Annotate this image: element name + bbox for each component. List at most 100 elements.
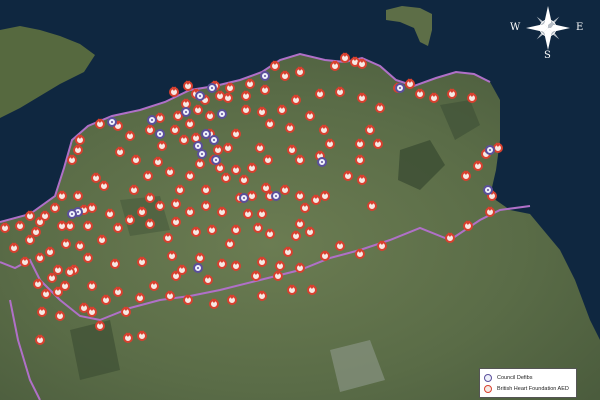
bhf-aed-marker[interactable] xyxy=(135,292,145,303)
bhf-aed-marker[interactable] xyxy=(375,102,385,113)
bhf-aed-marker[interactable] xyxy=(61,238,71,249)
bhf-aed-marker[interactable] xyxy=(253,222,263,233)
bhf-aed-marker[interactable] xyxy=(377,240,387,251)
bhf-aed-marker[interactable] xyxy=(325,138,335,149)
bhf-aed-marker[interactable] xyxy=(203,274,213,285)
bhf-aed-marker[interactable] xyxy=(257,256,267,267)
bhf-aed-marker[interactable] xyxy=(87,306,97,317)
bhf-aed-marker[interactable] xyxy=(145,218,155,229)
bhf-aed-marker[interactable] xyxy=(415,88,425,99)
bhf-aed-marker[interactable] xyxy=(115,146,125,157)
bhf-aed-marker[interactable] xyxy=(171,270,181,281)
bhf-aed-marker[interactable] xyxy=(300,202,310,213)
bhf-aed-marker[interactable] xyxy=(137,256,147,267)
bhf-aed-marker[interactable] xyxy=(83,252,93,263)
bhf-aed-marker[interactable] xyxy=(295,154,305,165)
bhf-aed-marker[interactable] xyxy=(125,130,135,141)
bhf-aed-marker[interactable] xyxy=(129,184,139,195)
bhf-aed-marker[interactable] xyxy=(121,306,131,317)
bhf-aed-marker[interactable] xyxy=(113,286,123,297)
bhf-aed-marker[interactable] xyxy=(195,158,205,169)
bhf-aed-marker[interactable] xyxy=(95,320,105,331)
bhf-aed-marker[interactable] xyxy=(355,138,365,149)
bhf-aed-marker[interactable] xyxy=(355,154,365,165)
bhf-aed-marker[interactable] xyxy=(231,260,241,271)
bhf-aed-marker[interactable] xyxy=(315,88,325,99)
bhf-aed-marker[interactable] xyxy=(47,272,57,283)
bhf-aed-marker[interactable] xyxy=(171,216,181,227)
bhf-aed-marker[interactable] xyxy=(221,172,231,183)
bhf-aed-marker[interactable] xyxy=(207,224,217,235)
bhf-aed-marker[interactable] xyxy=(165,166,175,177)
bhf-aed-marker[interactable] xyxy=(223,142,233,153)
council-defib-marker[interactable] xyxy=(239,193,249,203)
bhf-aed-marker[interactable] xyxy=(171,198,181,209)
council-defib-marker[interactable] xyxy=(207,83,217,93)
bhf-aed-marker[interactable] xyxy=(273,270,283,281)
bhf-aed-marker[interactable] xyxy=(209,298,219,309)
bhf-aed-marker[interactable] xyxy=(285,122,295,133)
bhf-aed-marker[interactable] xyxy=(247,162,257,173)
bhf-aed-marker[interactable] xyxy=(185,118,195,129)
bhf-aed-marker[interactable] xyxy=(35,252,45,263)
bhf-aed-marker[interactable] xyxy=(257,290,267,301)
bhf-aed-marker[interactable] xyxy=(305,110,315,121)
bhf-aed-marker[interactable] xyxy=(270,60,280,71)
council-defib-marker[interactable] xyxy=(193,263,203,273)
bhf-aed-marker[interactable] xyxy=(83,220,93,231)
bhf-aed-marker[interactable] xyxy=(255,142,265,153)
council-defib-marker[interactable] xyxy=(155,129,165,139)
bhf-aed-marker[interactable] xyxy=(461,170,471,181)
bhf-aed-marker[interactable] xyxy=(243,208,253,219)
bhf-aed-marker[interactable] xyxy=(105,208,115,219)
bhf-aed-marker[interactable] xyxy=(231,164,241,175)
bhf-aed-marker[interactable] xyxy=(101,294,111,305)
council-defib-marker[interactable] xyxy=(67,209,77,219)
bhf-aed-marker[interactable] xyxy=(223,92,233,103)
bhf-aed-marker[interactable] xyxy=(137,206,147,217)
bhf-aed-marker[interactable] xyxy=(320,190,330,201)
bhf-aed-marker[interactable] xyxy=(429,92,439,103)
bhf-aed-marker[interactable] xyxy=(20,256,30,267)
bhf-aed-marker[interactable] xyxy=(357,58,367,69)
bhf-aed-marker[interactable] xyxy=(91,172,101,183)
bhf-aed-marker[interactable] xyxy=(287,144,297,155)
bhf-aed-marker[interactable] xyxy=(277,104,287,115)
bhf-aed-marker[interactable] xyxy=(143,170,153,181)
bhf-aed-marker[interactable] xyxy=(241,90,251,101)
bhf-aed-marker[interactable] xyxy=(283,246,293,257)
bhf-aed-marker[interactable] xyxy=(45,246,55,257)
bhf-aed-marker[interactable] xyxy=(265,228,275,239)
bhf-aed-marker[interactable] xyxy=(335,240,345,251)
bhf-aed-marker[interactable] xyxy=(307,284,317,295)
bhf-aed-marker[interactable] xyxy=(191,226,201,237)
bhf-aed-marker[interactable] xyxy=(320,250,330,261)
bhf-aed-marker[interactable] xyxy=(260,84,270,95)
bhf-aed-marker[interactable] xyxy=(15,220,25,231)
bhf-aed-marker[interactable] xyxy=(185,170,195,181)
bhf-aed-marker[interactable] xyxy=(201,184,211,195)
bhf-aed-marker[interactable] xyxy=(175,184,185,195)
bhf-aed-marker[interactable] xyxy=(241,104,251,115)
council-defib-marker[interactable] xyxy=(271,191,281,201)
bhf-aed-marker[interactable] xyxy=(217,206,227,217)
bhf-aed-marker[interactable] xyxy=(405,78,415,89)
bhf-aed-marker[interactable] xyxy=(145,192,155,203)
bhf-aed-marker[interactable] xyxy=(65,266,75,277)
bhf-aed-marker[interactable] xyxy=(295,262,305,273)
bhf-aed-marker[interactable] xyxy=(447,88,457,99)
bhf-aed-marker[interactable] xyxy=(473,160,483,171)
bhf-aed-marker[interactable] xyxy=(373,138,383,149)
bhf-aed-marker[interactable] xyxy=(205,110,215,121)
council-defib-marker[interactable] xyxy=(260,71,270,81)
bhf-aed-marker[interactable] xyxy=(217,258,227,269)
council-defib-marker[interactable] xyxy=(107,117,117,127)
bhf-aed-marker[interactable] xyxy=(485,206,495,217)
bhf-aed-marker[interactable] xyxy=(149,280,159,291)
bhf-aed-marker[interactable] xyxy=(251,270,261,281)
bhf-aed-marker[interactable] xyxy=(195,252,205,263)
bhf-aed-marker[interactable] xyxy=(183,294,193,305)
bhf-aed-marker[interactable] xyxy=(179,134,189,145)
bhf-aed-marker[interactable] xyxy=(463,220,473,231)
council-defib-marker[interactable] xyxy=(147,115,157,125)
